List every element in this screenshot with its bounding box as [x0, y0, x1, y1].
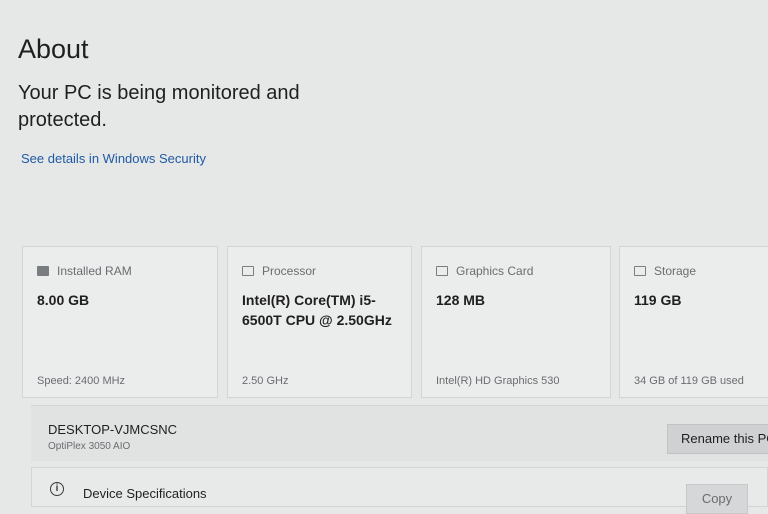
device-specifications-label: Device Specifications: [83, 486, 207, 501]
processor-header: Processor: [242, 264, 316, 278]
processor-card: Processor Intel(R) Core(TM) i5-6500T CPU…: [227, 246, 412, 398]
storage-card: Storage 119 GB 34 GB of 119 GB used: [619, 246, 768, 398]
storage-label: Storage: [654, 264, 697, 278]
processor-label: Processor: [262, 264, 317, 278]
windows-security-link[interactable]: See details in Windows Security: [21, 151, 206, 166]
graphics-card-header: Graphics Card: [436, 264, 533, 278]
device-name: DESKTOP-VJMCSNC: [48, 422, 178, 437]
ram-icon: [37, 266, 49, 276]
graphics-card-card: Graphics Card 128 MB Intel(R) HD Graphic…: [421, 246, 611, 398]
security-status-text: Your PC is being monitored and protected…: [18, 82, 300, 131]
storage-header: Storage: [634, 264, 696, 278]
device-name-row: DESKTOP-VJMCSNC OptiPlex 3050 AIO Rename…: [31, 405, 768, 461]
graphics-card-model: Intel(R) HD Graphics 530: [436, 375, 560, 387]
installed-ram-label: Installed RAM: [57, 264, 132, 278]
graphics-card-icon: [436, 266, 448, 276]
graphics-card-value: 128 MB: [436, 292, 486, 308]
storage-value: 119 GB: [634, 292, 682, 308]
processor-icon: [242, 266, 254, 276]
device-model: OptiPlex 3050 AIO: [48, 441, 131, 452]
graphics-card-label: Graphics Card: [456, 264, 534, 278]
rename-pc-button[interactable]: Rename this PC: [667, 424, 768, 454]
installed-ram-header: Installed RAM: [37, 264, 132, 278]
storage-icon: [634, 266, 646, 276]
about-title: About: [18, 34, 89, 64]
storage-usage: 34 GB of 119 GB used: [634, 375, 744, 387]
copy-button[interactable]: Copy: [686, 484, 748, 514]
processor-speed: 2.50 GHz: [242, 375, 289, 387]
info-icon: i: [50, 482, 64, 496]
device-specifications-row[interactable]: i Device Specifications Copy: [31, 467, 768, 514]
processor-value: Intel(R) Core(TM) i5-6500T CPU @ 2.50GHz: [242, 292, 392, 328]
installed-ram-value: 8.00 GB: [37, 292, 90, 308]
installed-ram-card: Installed RAM 8.00 GB Speed: 2400 MHz: [22, 246, 218, 398]
ram-speed: Speed: 2400 MHz: [37, 375, 126, 387]
